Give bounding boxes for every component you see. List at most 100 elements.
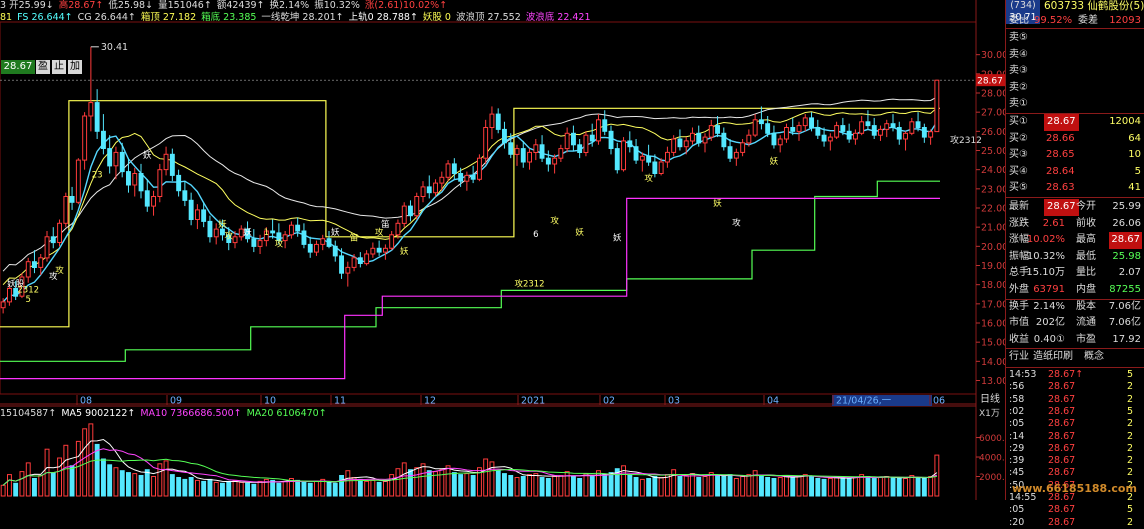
stat-value: 25.99 bbox=[1112, 201, 1141, 212]
ask-row[interactable]: 卖⑤ bbox=[1006, 30, 1144, 47]
volume-bar bbox=[890, 477, 896, 497]
volume-bar bbox=[132, 473, 138, 497]
kline-chart[interactable]: 30.0029.0028.0027.0026.0025.0024.0023.00… bbox=[0, 0, 1005, 500]
volume-bar bbox=[408, 469, 413, 497]
volume-bar bbox=[13, 482, 19, 497]
candle-body bbox=[621, 140, 626, 171]
candle-body bbox=[558, 148, 564, 159]
ask-row[interactable]: 卖③ bbox=[1006, 63, 1144, 80]
volume-bar bbox=[282, 480, 288, 497]
bid-label: 买④ bbox=[1009, 165, 1028, 177]
candle-body bbox=[232, 236, 238, 244]
bid-row[interactable]: 买② 28.66 64 bbox=[1006, 131, 1144, 148]
stock-title: 603733 仙鹤股份(5) bbox=[1044, 0, 1144, 12]
candle-body bbox=[169, 153, 175, 176]
ask-row[interactable]: 卖④ bbox=[1006, 47, 1144, 64]
candle-body bbox=[934, 79, 940, 133]
volume-bar bbox=[790, 476, 796, 497]
separator bbox=[1006, 28, 1144, 29]
tick-row: :05 28.67 5 bbox=[1006, 504, 1144, 516]
candle-body bbox=[32, 261, 37, 269]
quote-stat-row: 涨幅 10.02% 最高 28.67 bbox=[1006, 232, 1144, 249]
bid-row[interactable]: 买④ 28.64 5 bbox=[1006, 164, 1144, 181]
candle-body bbox=[182, 190, 188, 201]
volume-bar bbox=[383, 480, 388, 497]
stat-value: 17.92 bbox=[1112, 333, 1141, 345]
candle-body bbox=[746, 134, 752, 144]
date-label: 12 bbox=[424, 396, 436, 407]
stat-label: 收益 bbox=[1009, 333, 1029, 345]
tick-volume: 2 bbox=[1126, 442, 1133, 454]
vol-tick-label: 6000.0 bbox=[979, 434, 1005, 444]
stat-label: 最新 bbox=[1009, 201, 1029, 212]
stat-value: 2.14% bbox=[1033, 300, 1065, 312]
volume-bar bbox=[646, 478, 652, 497]
volume-bar bbox=[583, 473, 589, 497]
volume-bar bbox=[777, 477, 783, 497]
volume-bar bbox=[32, 478, 37, 497]
candle-body bbox=[878, 128, 883, 136]
volume-header: 15104587↑ MA5 9002122↑ MA10 7366686.500↑ MA… bbox=[0, 408, 332, 420]
bid-row[interactable]: 买⑤ 28.63 41 bbox=[1006, 180, 1144, 197]
date-axis[interactable]: 08 09 10 11 12 2021 02 03 04 21/04/26,一 06 bbox=[76, 395, 945, 407]
price-tick-label: 15.00 bbox=[981, 338, 1005, 349]
tick-time: :05 bbox=[1009, 418, 1025, 430]
candle-body bbox=[733, 151, 739, 159]
volume-bar bbox=[639, 478, 645, 497]
volume-bar bbox=[677, 476, 683, 497]
volume-bar bbox=[508, 475, 514, 497]
bid-row[interactable]: 买① 28.67 12004 bbox=[1006, 114, 1144, 131]
volume-bar bbox=[727, 474, 733, 497]
stat-value: 26.06 bbox=[1112, 217, 1141, 229]
volume-bar bbox=[25, 462, 31, 497]
stat-value: 10.02% bbox=[1026, 234, 1065, 246]
volume-bar bbox=[213, 481, 219, 497]
candle-body bbox=[50, 236, 56, 244]
volume-bar bbox=[921, 478, 927, 497]
volume-bar bbox=[144, 469, 150, 497]
volume-bar bbox=[558, 475, 564, 497]
candle-body bbox=[834, 125, 840, 138]
candle-body bbox=[289, 224, 294, 236]
tick-row: :45 28.67 2 bbox=[1006, 467, 1144, 479]
candle-body bbox=[282, 234, 288, 242]
volume-bar bbox=[545, 478, 551, 497]
volume-bar bbox=[483, 458, 489, 497]
volume-bar bbox=[420, 463, 426, 497]
tick-row: :29 28.67 2 bbox=[1006, 443, 1144, 455]
stat-label: 前收 bbox=[1076, 217, 1096, 229]
candle-body bbox=[464, 174, 470, 182]
candle-body bbox=[383, 247, 388, 253]
signal-annotation: 妖 bbox=[218, 219, 227, 230]
volume-bar bbox=[909, 475, 915, 497]
quote-stat-row: 市值 202亿 流通 7.06亿 bbox=[1006, 315, 1144, 332]
volume-bar bbox=[815, 478, 821, 497]
volume-bar bbox=[470, 475, 476, 497]
candle-body bbox=[207, 220, 213, 238]
candle-body bbox=[489, 113, 495, 128]
tick-time: :05 bbox=[1009, 504, 1025, 516]
watermark: www.66185188.com bbox=[1012, 482, 1137, 495]
volume-bar bbox=[357, 478, 363, 497]
candle-body bbox=[119, 151, 125, 173]
tick-row: :56 28.67 2 bbox=[1006, 381, 1144, 393]
ask-row[interactable]: 卖② bbox=[1006, 80, 1144, 97]
volume-bar bbox=[445, 465, 451, 497]
candle-body bbox=[357, 257, 363, 264]
candle-body bbox=[82, 115, 88, 161]
signal-annotation: 妖 bbox=[400, 246, 409, 257]
tick-price: 28.67 bbox=[1048, 430, 1076, 442]
bid-row[interactable]: 买③ 28.65 10 bbox=[1006, 147, 1144, 164]
stat-value: 0.40① bbox=[1033, 333, 1065, 345]
bid-label: 买② bbox=[1009, 132, 1028, 144]
candle-body bbox=[827, 136, 833, 142]
volume-bar bbox=[796, 476, 802, 497]
volume-bar bbox=[270, 479, 276, 497]
volume-bar bbox=[176, 477, 182, 497]
bid-label: 买⑤ bbox=[1009, 182, 1028, 194]
ask-label: 卖② bbox=[1009, 81, 1028, 93]
volume-bar bbox=[690, 473, 695, 497]
ask-row[interactable]: 卖① bbox=[1006, 96, 1144, 113]
tick-row: :14 28.67 2 bbox=[1006, 431, 1144, 443]
tick-price: 28.67↑ bbox=[1048, 369, 1084, 380]
